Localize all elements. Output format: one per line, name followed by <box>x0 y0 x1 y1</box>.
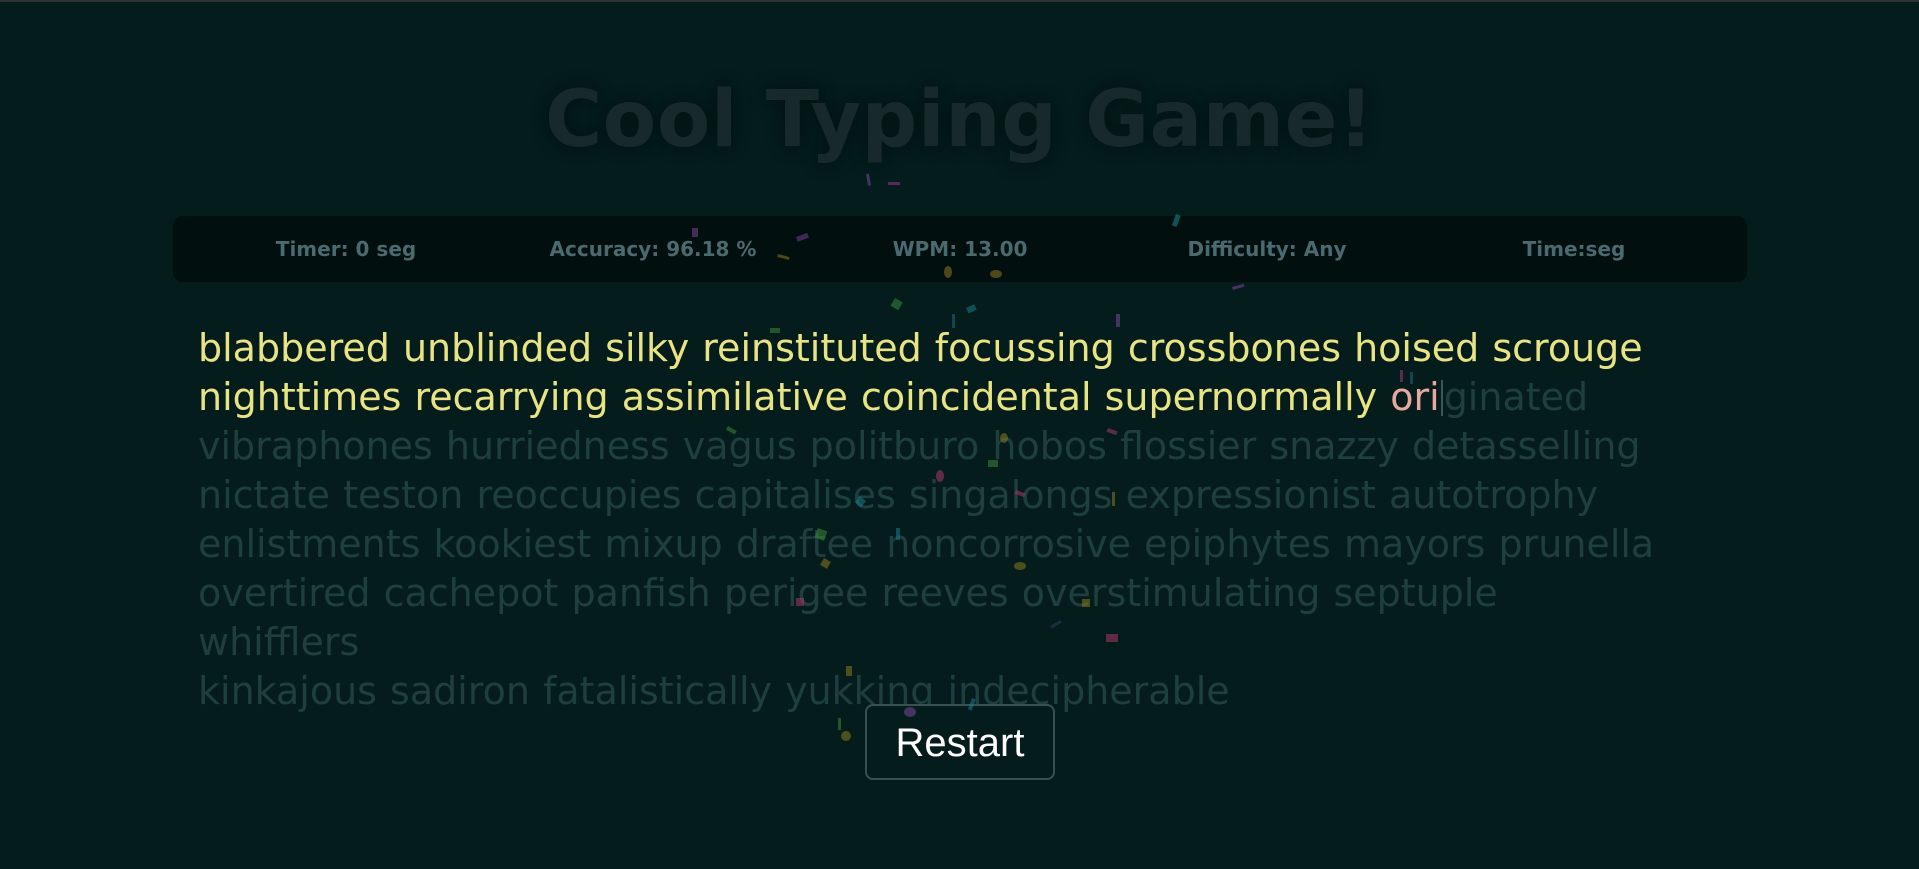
game-title: Cool Typing Game! <box>544 75 1375 165</box>
difficulty-stat: Difficulty: Any <box>1187 237 1347 261</box>
time-stat: Time:seg <box>1522 237 1626 261</box>
untyped-text: ginated <box>1443 375 1589 419</box>
text-line: enlistments kookiest mixup draftee nonco… <box>198 520 1658 569</box>
text-line: nighttimes recarrying assimilative coinc… <box>198 373 1658 422</box>
untyped-text: nictate teston reoccupies capitalises si… <box>198 473 1599 517</box>
typing-text-area[interactable]: blabbered unblinded silky reinstituted f… <box>198 324 1658 716</box>
text-line: vibraphones hurriedness vagus politburo … <box>198 422 1658 471</box>
wpm-stat: WPM: 13.00 <box>892 237 1028 261</box>
incorrect-text: ori <box>1390 375 1440 419</box>
restart-button[interactable]: Restart <box>865 704 1055 780</box>
typing-caret <box>1440 380 1443 416</box>
accuracy-stat: Accuracy: 96.18 % <box>549 237 757 261</box>
untyped-text: vibraphones hurriedness vagus politburo … <box>198 424 1641 468</box>
timer-stat: Timer: 0 seg <box>275 237 417 261</box>
text-line: nictate teston reoccupies capitalises si… <box>198 471 1658 520</box>
text-line: overtired cachepot panfish perigee reeve… <box>198 569 1658 667</box>
untyped-text: enlistments kookiest mixup draftee nonco… <box>198 522 1655 566</box>
untyped-text: overtired cachepot panfish perigee reeve… <box>198 571 1498 664</box>
untyped-text: kinkajous sadiron fatalistically yukking… <box>198 669 1230 713</box>
typed-text: nighttimes recarrying assimilative coinc… <box>198 375 1391 419</box>
stats-bar: Timer: 0 seg Accuracy: 96.18 % WPM: 13.0… <box>173 216 1747 282</box>
typed-text: blabbered unblinded silky reinstituted f… <box>198 326 1643 370</box>
text-line: blabbered unblinded silky reinstituted f… <box>198 324 1658 373</box>
